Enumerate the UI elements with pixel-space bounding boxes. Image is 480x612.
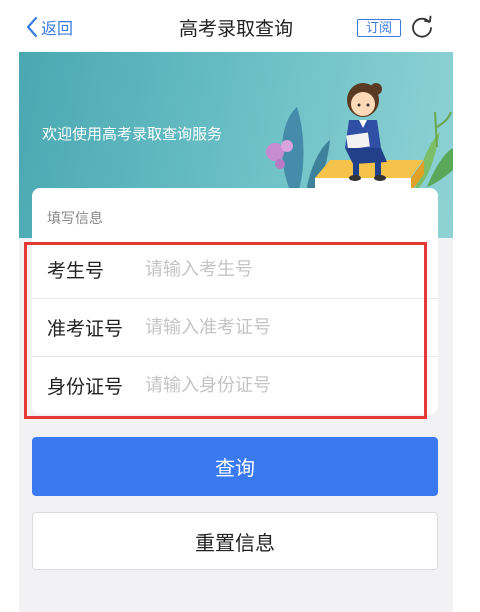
field-admission-ticket-row: 准考证号 <box>32 299 438 356</box>
admission-ticket-input[interactable] <box>145 317 415 338</box>
query-button[interactable]: 查询 <box>32 437 438 496</box>
section-title: 填写信息 <box>47 211 103 227</box>
app-screen: 返回 高考录取查询 订阅 欢迎使用高考录取查询服务 填写信息 考生号 请输入考生… <box>19 0 453 612</box>
field-label-admission-ticket: 准考证号 <box>47 318 124 340</box>
refresh-icon[interactable] <box>409 14 435 40</box>
field-exam-number-row: 考生号 <box>32 241 438 298</box>
right-margin <box>453 0 480 612</box>
exam-number-input[interactable] <box>145 259 415 280</box>
banner-text: 欢迎使用高考录取查询服务 <box>42 125 223 143</box>
nav-bar: 返回 高考录取查询 订阅 <box>19 0 453 52</box>
info-form-card: 填写信息 考生号 准考证号 身份证号 <box>32 188 438 414</box>
field-label-exam-number: 考生号 <box>47 260 105 282</box>
field-id-number-row: 身份证号 <box>32 357 438 414</box>
field-label-id-number: 身份证号 <box>47 376 124 398</box>
left-margin <box>0 0 19 612</box>
reset-button[interactable]: 重置信息 <box>32 512 438 570</box>
id-number-input[interactable] <box>145 375 415 396</box>
subscribe-button[interactable]: 订阅 <box>357 19 401 37</box>
